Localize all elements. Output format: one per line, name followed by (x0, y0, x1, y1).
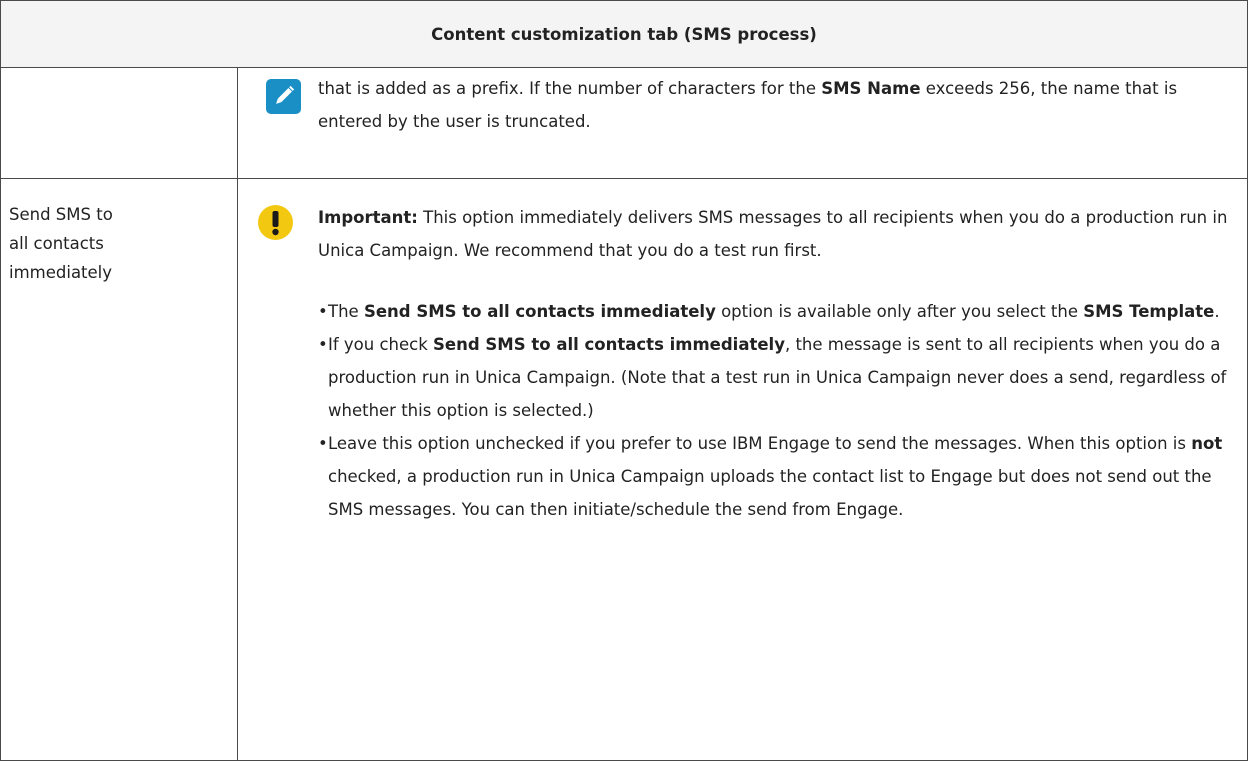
table-header: Content customization tab (SMS process) (0, 0, 1248, 68)
important-label: Important: (318, 208, 418, 227)
list-item: • The Send SMS to all contacts immediate… (318, 295, 1237, 328)
option-description-cell: Important: This option immediately deliv… (236, 178, 1248, 761)
list-item: • Leave this option unchecked if you pre… (318, 427, 1237, 526)
list-item: • If you check Send SMS to all contacts … (318, 328, 1237, 427)
note-block: that is added as a prefix. If the number… (238, 68, 1247, 138)
table-row: Send SMS to all contacts immediately Imp… (0, 178, 1248, 761)
option-label-line: Send SMS to (9, 205, 113, 224)
content-customization-table: Content customization tab (SMS process) … (0, 0, 1248, 761)
option-label-cell: Send SMS to all contacts immediately (0, 178, 238, 761)
bullet-text: checked, a production run in Unica Campa… (328, 467, 1212, 519)
important-text: This option immediately delivers SMS mes… (318, 208, 1228, 260)
option-label-line: all contacts (9, 234, 104, 253)
exclamation-icon (258, 205, 293, 240)
bullet-text: option is available only after you selec… (715, 302, 1084, 321)
bullet-text: . (1214, 302, 1220, 321)
bullet-marker: • (318, 434, 328, 453)
bullet-marker: • (318, 335, 328, 354)
bullet-bold: Send SMS to all contacts immediately (363, 302, 716, 321)
bullet-bold: SMS Template (1083, 302, 1215, 321)
note-bold-sms-name: SMS Name (821, 79, 921, 98)
bullet-text: The (328, 302, 364, 321)
bullet-marker: • (318, 302, 328, 321)
option-label-line: immediately (9, 263, 113, 282)
empty-label-cell (0, 67, 238, 179)
bullet-text: Leave this option unchecked if you prefe… (328, 434, 1192, 453)
note-text-part1: that is added as a prefix. If the number… (318, 79, 822, 98)
note-cell: that is added as a prefix. If the number… (236, 67, 1248, 179)
pencil-icon (266, 79, 301, 114)
bullet-text: If you check (328, 335, 434, 354)
bullet-bold: Send SMS to all contacts immediately (433, 335, 785, 354)
table-row: that is added as a prefix. If the number… (0, 67, 1248, 179)
important-block: Important: This option immediately deliv… (238, 179, 1247, 267)
bullet-list: • The Send SMS to all contacts immediate… (238, 295, 1247, 526)
bullet-bold: not (1191, 434, 1223, 453)
